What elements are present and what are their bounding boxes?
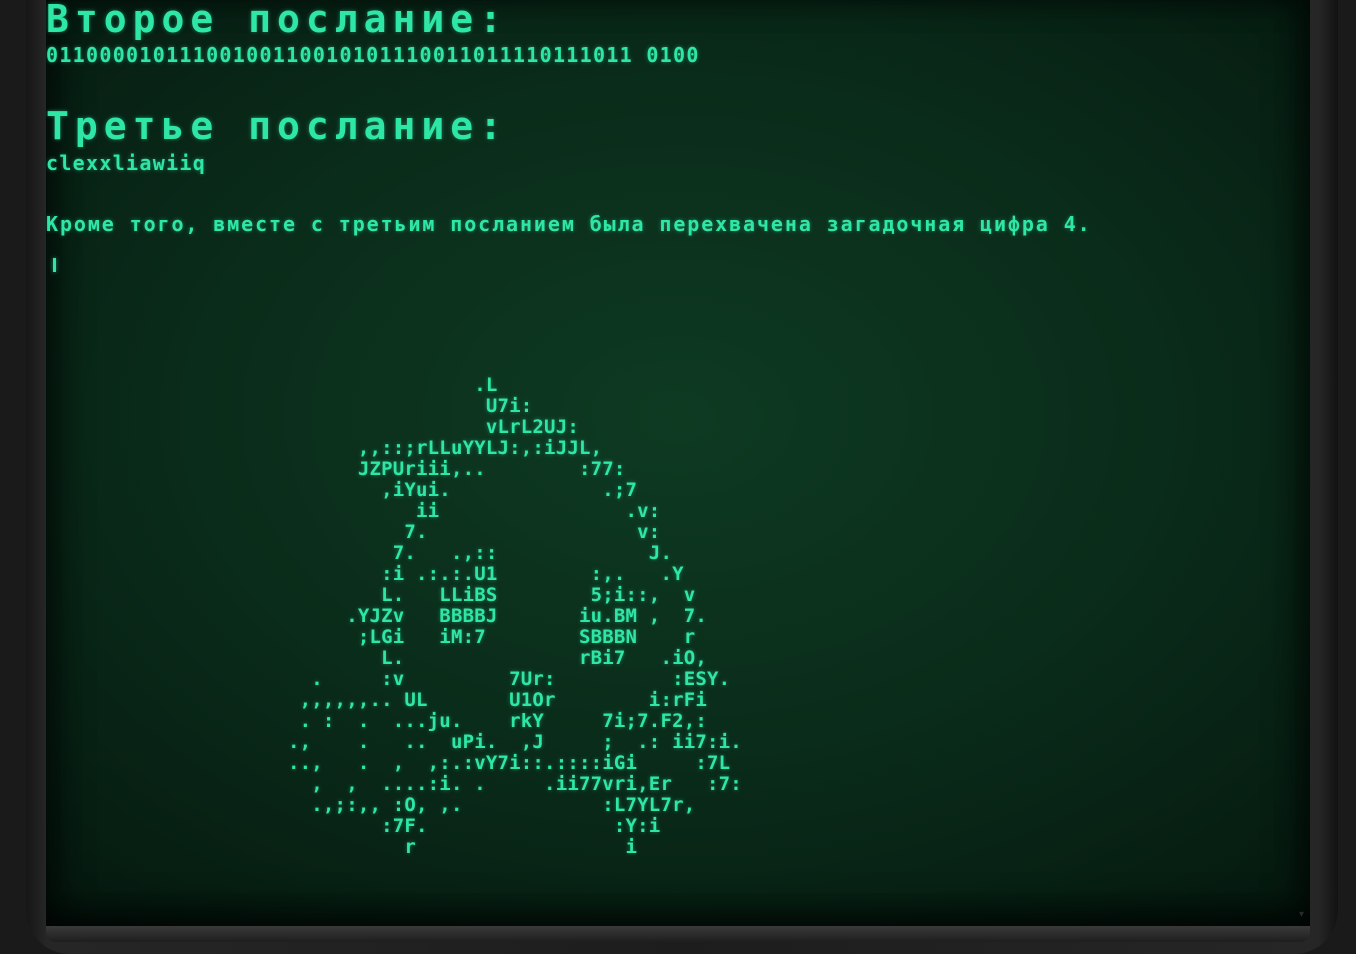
terminal-screen[interactable]: Второе послание: 01100001011100100110010…	[46, 0, 1310, 926]
third-message-content: clexxliawiiq	[46, 151, 207, 175]
scroll-arrow-icon[interactable]: ▾	[1299, 909, 1304, 920]
intercepted-digit-note: Кроме того, вместе с третьим посланием б…	[46, 212, 1092, 236]
text-cursor	[53, 258, 56, 272]
second-message-content: 0110000101110010011001010111001101111011…	[46, 43, 700, 67]
screen-bottom-edge	[46, 926, 1310, 942]
ascii-art-image: .L U7i: vLrL2UJ: ,,::;rLLuYYLJ:,:iJJL, J…	[288, 374, 742, 858]
second-message-heading: Второе послание:	[46, 0, 509, 41]
third-message-heading: Третье послание:	[46, 104, 509, 148]
